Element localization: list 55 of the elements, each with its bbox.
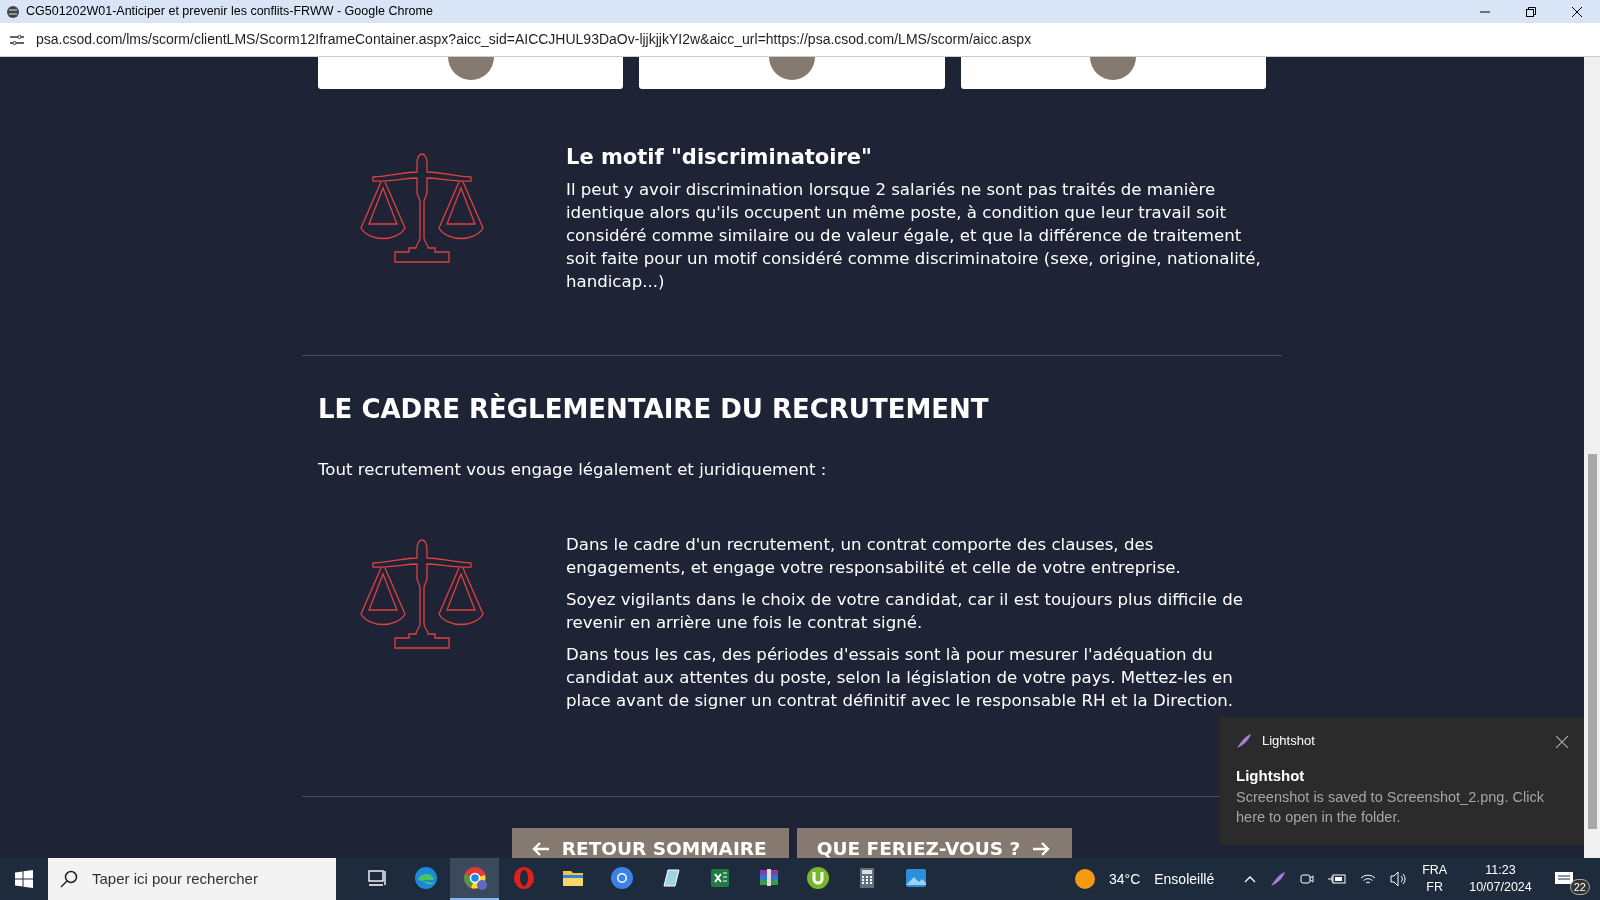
wifi-icon[interactable] bbox=[1360, 872, 1377, 886]
notification-toast[interactable]: Lightshot Lightshot Screenshot is saved to Screenshot_2.png. Click here to open in the folder. bbox=[1220, 717, 1584, 845]
search-icon bbox=[60, 870, 78, 888]
scales-icon bbox=[359, 152, 485, 264]
ring-icon[interactable] bbox=[511, 866, 536, 890]
arrow-left-icon bbox=[531, 840, 550, 857]
taskbar-app-button[interactable] bbox=[450, 858, 499, 900]
feather-icon[interactable] bbox=[1270, 871, 1287, 887]
globe-icon bbox=[6, 4, 20, 19]
windows-logo-icon[interactable] bbox=[15, 870, 33, 888]
url-text[interactable]: psa.csod.com/lms/scorm/clientLMS/Scorm12IframeContainer.aspx?aicc_sid=AICCJHUL93DaOv-ljjkjjkYI2w&aicc_url=https://psa.csod.com/LMS/scorm/aicc.aspx bbox=[36, 29, 1032, 50]
temperature-text: 34°C bbox=[1108, 869, 1141, 889]
camera-icon[interactable] bbox=[1300, 871, 1315, 887]
circle-button[interactable] bbox=[769, 57, 815, 80]
language-text[interactable]: FRA bbox=[1422, 862, 1448, 879]
feature-title: Le motif "discriminatoire" bbox=[566, 146, 873, 169]
picture-icon[interactable] bbox=[903, 866, 928, 890]
paragraph: Il peut y avoir discrimination lorsque 2 salariés ne sont pas traités de manière identique alors qu'ils occupent un même poste, à condition que leur travail soit considéré comme similaire ou de valeur égale, et que la différence de traitement soit faite pour un motif considéré comme discriminatoire (sexe, origine, nationalité, handicap...) bbox=[566, 179, 1262, 293]
scrollbar-thumb[interactable] bbox=[1587, 454, 1597, 829]
scales-icon bbox=[359, 538, 485, 651]
clock-date[interactable]: 10/07/2024 bbox=[1469, 879, 1532, 896]
notification-title: Lightshot bbox=[1236, 765, 1306, 786]
notification-app-name: Lightshot bbox=[1262, 732, 1315, 750]
speaker-icon[interactable] bbox=[1390, 871, 1409, 887]
notification-count: 22 bbox=[1569, 879, 1590, 895]
close-icon[interactable] bbox=[1572, 6, 1582, 17]
chevron-up-icon[interactable] bbox=[1244, 875, 1257, 883]
site-settings-icon[interactable] bbox=[10, 33, 24, 46]
battery-icon[interactable] bbox=[1328, 873, 1347, 885]
swirl-icon[interactable] bbox=[413, 866, 438, 890]
weather-text: Ensoleillé bbox=[1154, 869, 1215, 889]
paragraph: Dans le cadre d'un recrutement, un contrat comporte des clauses, des engagements, et engage votre responsabilité et celle de votre entreprise. bbox=[566, 534, 1182, 580]
keyboard-layout-text[interactable]: FR bbox=[1422, 879, 1448, 896]
back-button[interactable]: RETOUR SOMMAIRE bbox=[511, 828, 789, 858]
sun-icon bbox=[1074, 869, 1095, 889]
search-field[interactable]: Taper ici pour rechercher bbox=[48, 858, 336, 900]
close-icon[interactable] bbox=[1556, 735, 1568, 748]
circle-icon[interactable] bbox=[609, 866, 634, 890]
restore-icon[interactable] bbox=[1526, 6, 1536, 17]
arrow-right-icon bbox=[1032, 840, 1051, 857]
notification-message: Screenshot is saved to Screenshot_2.png. Click here to open in the folder. bbox=[1236, 788, 1545, 827]
window-title: CG501202W01-Anticiper et prevenir les conflits-FRWW - Google Chrome bbox=[26, 3, 433, 21]
circle-button[interactable] bbox=[447, 57, 494, 80]
clock-time[interactable]: 11:23 bbox=[1469, 862, 1532, 879]
scrollbar[interactable] bbox=[1584, 57, 1600, 858]
section-heading: LE CADRE RÈGLEMENTAIRE DU RECRUTEMENT bbox=[317, 394, 990, 426]
next-button[interactable]: QUE FERIEZ-VOUS ? bbox=[796, 828, 1073, 858]
paragraph: Soyez vigilants dans le choix de votre candidat, car il est toujours plus difficile de revenir en arrière une fois le contrat signé. bbox=[566, 589, 1244, 635]
paragraph: Dans tous les cas, des périodes d'essais sont là pour mesurer l'adéquation du candidat aux attentes du poste, selon la législation de votre pays. Mettez-les en place avant de signer un contrat définitif avec le responsable RH et la Direction. bbox=[566, 644, 1235, 713]
notification-center-icon[interactable] bbox=[1553, 871, 1574, 887]
browser-icon[interactable] bbox=[462, 866, 487, 890]
intro-text: Tout recrutement vous engage légalement et juridiquement : bbox=[317, 459, 828, 482]
feather-icon bbox=[1236, 732, 1252, 749]
torrent-icon[interactable] bbox=[805, 866, 830, 890]
circle-button[interactable] bbox=[1090, 57, 1137, 80]
